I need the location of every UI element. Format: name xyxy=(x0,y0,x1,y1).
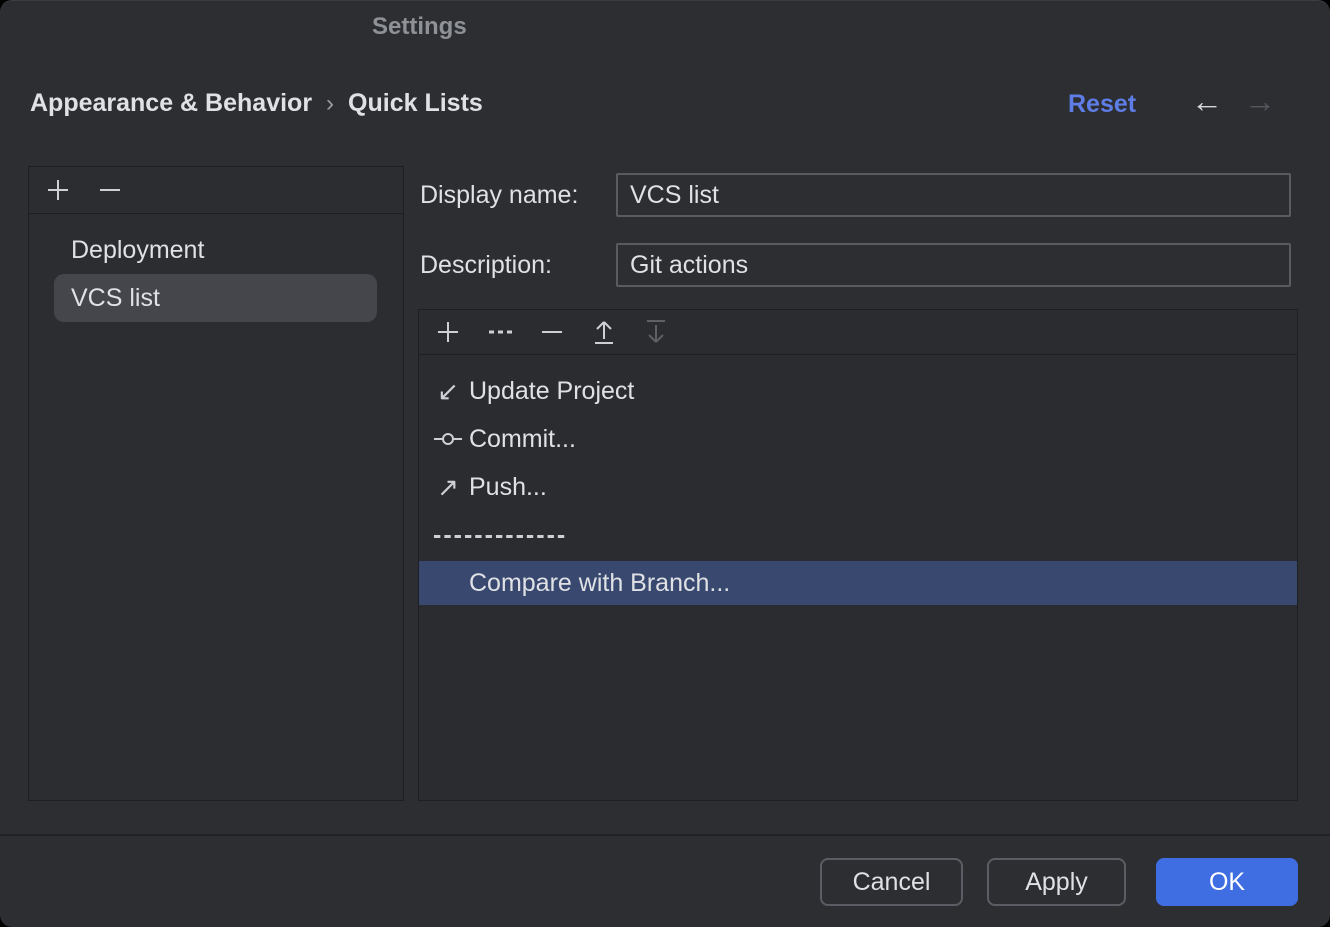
action-label: Commit... xyxy=(469,425,576,454)
action-row-push[interactable]: ↗ Push... xyxy=(419,463,1297,511)
window-title: Settings xyxy=(372,13,467,41)
plus-icon[interactable] xyxy=(433,317,463,347)
breadcrumb: Appearance & Behavior › Quick Lists xyxy=(30,89,483,118)
display-name-label: Display name: xyxy=(420,181,578,210)
plus-icon[interactable] xyxy=(43,175,73,205)
display-name-input[interactable] xyxy=(616,173,1291,217)
action-label: Push... xyxy=(469,473,547,502)
actions-toolbar xyxy=(419,310,1297,355)
description-label: Description: xyxy=(420,251,552,280)
quick-lists-panel: Deployment VCS list xyxy=(28,166,404,801)
action-label: Compare with Branch... xyxy=(469,569,730,598)
cancel-button[interactable]: Cancel xyxy=(820,858,963,906)
list-item-label: Deployment xyxy=(71,236,204,265)
list-item-vcs-list[interactable]: VCS list xyxy=(54,274,377,322)
forward-arrow-icon: → xyxy=(1244,85,1276,117)
breadcrumb-current: Quick Lists xyxy=(348,89,483,118)
actions-panel: ↙ Update Project Commit... ↗ Push... ---… xyxy=(418,309,1298,801)
add-separator-dashes-icon[interactable] xyxy=(485,317,515,347)
ok-button[interactable]: OK xyxy=(1156,858,1298,906)
reset-link[interactable]: Reset xyxy=(1068,90,1136,119)
separator-dashes: ------------- xyxy=(433,521,567,550)
list-item-deployment[interactable]: Deployment xyxy=(29,226,403,274)
apply-button[interactable]: Apply xyxy=(987,858,1126,906)
settings-dialog: Settings Appearance & Behavior › Quick L… xyxy=(0,0,1330,927)
update-project-icon: ↙ xyxy=(433,378,463,404)
commit-icon xyxy=(433,424,463,454)
quick-lists-toolbar xyxy=(29,167,403,214)
arrow-down-to-line-icon xyxy=(641,317,671,347)
actions-list: ↙ Update Project Commit... ↗ Push... ---… xyxy=(419,355,1297,605)
quick-lists-list: Deployment VCS list xyxy=(29,214,403,322)
action-row-compare-with-branch[interactable]: Compare with Branch... xyxy=(419,561,1297,605)
action-row-update-project[interactable]: ↙ Update Project xyxy=(419,367,1297,415)
push-icon: ↗ xyxy=(433,474,463,500)
footer-separator xyxy=(0,834,1330,836)
action-label: Update Project xyxy=(469,377,634,406)
action-row-commit[interactable]: Commit... xyxy=(419,415,1297,463)
back-arrow-icon[interactable]: ← xyxy=(1191,85,1223,117)
action-row-separator[interactable]: ------------- xyxy=(419,511,1297,559)
minus-icon[interactable] xyxy=(95,175,125,205)
minus-icon[interactable] xyxy=(537,317,567,347)
arrow-up-from-line-icon[interactable] xyxy=(589,317,619,347)
description-input[interactable] xyxy=(616,243,1291,287)
list-item-label: VCS list xyxy=(71,284,160,313)
chevron-right-icon: › xyxy=(326,89,334,118)
breadcrumb-parent[interactable]: Appearance & Behavior xyxy=(30,89,312,118)
